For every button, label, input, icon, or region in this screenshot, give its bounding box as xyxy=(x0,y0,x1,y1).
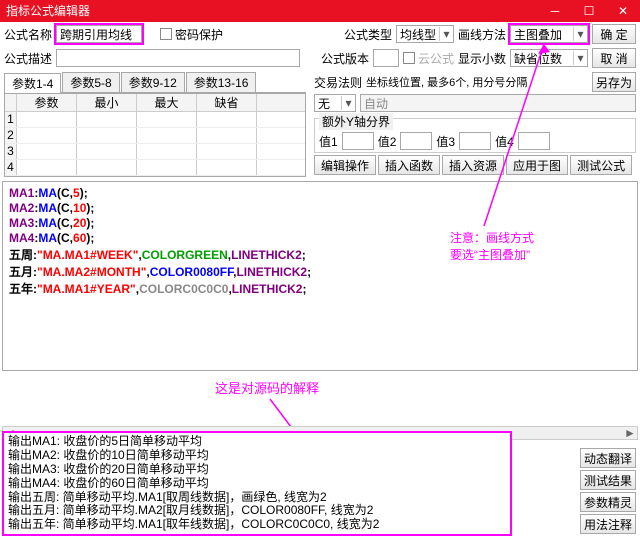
window-title: 指标公式编辑器 xyxy=(6,0,90,22)
cancel-button[interactable]: 取 消 xyxy=(592,48,636,68)
edit-op-button[interactable]: 编辑操作 xyxy=(314,155,376,175)
show-decimal-select[interactable]: 缺省位数▾ xyxy=(510,49,588,67)
insert-fn-button[interactable]: 插入函数 xyxy=(378,155,440,175)
explanation-box: 输出MA1: 收盘价的5日简单移动平均 输出MA2: 收盘价的10日简单移动平均… xyxy=(2,431,512,536)
chevron-down-icon: ▾ xyxy=(439,27,453,41)
col-max: 最大 xyxy=(137,94,197,111)
scroll-right-icon[interactable]: ► xyxy=(623,426,637,440)
apply-chart-button[interactable]: 应用于图 xyxy=(506,155,568,175)
checkbox-icon xyxy=(160,28,172,40)
right-bottom-buttons: 动态翻译 测试结果 参数精灵 用法注释 xyxy=(580,448,636,534)
col-default: 缺省 xyxy=(197,94,257,111)
tab-params-9-12[interactable]: 参数9-12 xyxy=(121,72,185,92)
usage-button[interactable]: 用法注释 xyxy=(580,514,636,534)
window-controls: ─ ☐ ✕ xyxy=(538,0,640,22)
checkbox-icon xyxy=(403,52,415,64)
insert-res-button[interactable]: 插入资源 xyxy=(442,155,504,175)
tab-params-13-16[interactable]: 参数13-16 xyxy=(186,72,257,92)
extra-y-label: 额外Y轴分界 xyxy=(319,113,393,130)
col-params: 参数 xyxy=(17,94,77,111)
test-formula-button[interactable]: 测试公式 xyxy=(570,155,632,175)
extra-y-group: 额外Y轴分界 值1 值2 值3 值4 xyxy=(314,118,636,153)
line-method-select[interactable]: 主图叠加▾ xyxy=(510,25,588,43)
param-tabs: 参数1-4 参数5-8 参数9-12 参数13-16 xyxy=(4,72,306,93)
chevron-down-icon: ▾ xyxy=(573,27,587,41)
dyn-trans-button[interactable]: 动态翻译 xyxy=(580,448,636,468)
val4-input[interactable] xyxy=(518,132,550,150)
show-decimal-label: 显示小数 xyxy=(458,50,506,67)
val3-input[interactable] xyxy=(459,132,491,150)
tab-params-1-4[interactable]: 参数1-4 xyxy=(4,73,61,93)
trade-rule-label: 交易法则 xyxy=(314,74,362,91)
formula-name-input[interactable]: 跨期引用均线 xyxy=(56,25,142,43)
line-method-label: 画线方法 xyxy=(458,26,506,43)
annotation-source: 这是对源码的解释 xyxy=(215,380,319,398)
trade-rule-select[interactable]: 无▾ xyxy=(314,94,356,112)
coord-pos-label: 坐标线位置, 最多6个, 用分号分隔 xyxy=(366,74,527,90)
param-wiz-button[interactable]: 参数精灵 xyxy=(580,492,636,512)
val1-input[interactable] xyxy=(342,132,374,150)
formula-desc-input[interactable] xyxy=(56,49,300,67)
password-protect-checkbox[interactable]: 密码保护 xyxy=(160,26,223,43)
close-icon[interactable]: ✕ xyxy=(606,0,640,22)
coord-input[interactable]: 自动 xyxy=(360,94,636,112)
col-min: 最小 xyxy=(77,94,137,111)
params-table: 参数 最小 最大 缺省 1 2 3 4 xyxy=(4,93,306,177)
cloud-formula-checkbox: 云公式 xyxy=(403,50,454,67)
formula-type-select[interactable]: 均线型▾ xyxy=(396,25,454,43)
formula-version-label: 公式版本 xyxy=(321,50,369,67)
tab-params-5-8[interactable]: 参数5-8 xyxy=(62,72,119,92)
formula-desc-label: 公式描述 xyxy=(4,50,52,67)
chevron-down-icon: ▾ xyxy=(341,96,355,110)
maximize-icon[interactable]: ☐ xyxy=(572,0,606,22)
minimize-icon[interactable]: ─ xyxy=(538,0,572,22)
code-editor[interactable]: MA1:MA(C,5); MA2:MA(C,10); MA3:MA(C,20);… xyxy=(2,181,638,371)
val2-input[interactable] xyxy=(400,132,432,150)
test-result-button[interactable]: 测试结果 xyxy=(580,470,636,490)
saveas-button[interactable]: 另存为 xyxy=(592,72,636,92)
title-bar: 指标公式编辑器 ─ ☐ ✕ xyxy=(0,0,640,22)
chevron-down-icon: ▾ xyxy=(573,51,587,65)
ok-button[interactable]: 确 定 xyxy=(592,24,636,44)
formula-version-input[interactable] xyxy=(373,49,399,67)
formula-name-label: 公式名称 xyxy=(4,26,52,43)
annotation-line-method: 注意：画线方式 要选“主图叠加” xyxy=(450,230,534,264)
formula-type-label: 公式类型 xyxy=(344,26,392,43)
